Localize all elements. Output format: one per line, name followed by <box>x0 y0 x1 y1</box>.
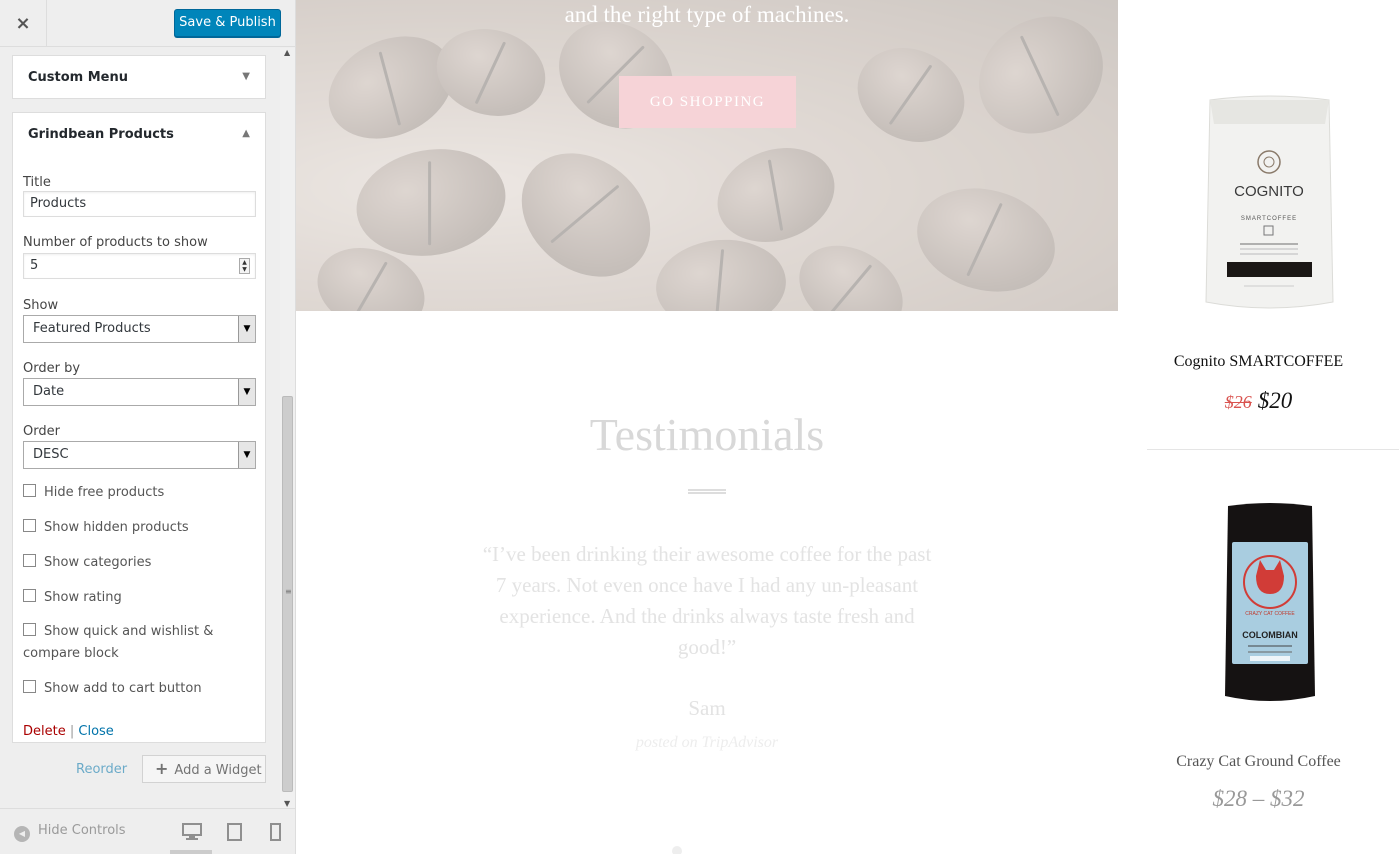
save-publish-button[interactable]: Save & Publish <box>174 9 281 37</box>
orderby-select[interactable]: Date ▼ <box>23 378 256 406</box>
hide-controls-button[interactable]: ◀ Hide Controls <box>14 823 126 842</box>
go-shopping-button[interactable]: GO SHOPPING <box>619 76 796 128</box>
testimonial-quote: “I’ve been drinking their awesome coffee… <box>482 542 932 659</box>
chevron-up-icon: ▲ <box>242 128 250 139</box>
heading-divider <box>688 489 726 494</box>
checkbox-icon[interactable] <box>23 589 36 602</box>
checkbox-icon[interactable] <box>23 484 36 497</box>
add-widget-label: Add a Widget <box>174 763 262 778</box>
hero-overlay <box>296 0 1118 311</box>
hide-free-checkbox[interactable]: Hide free products <box>23 482 259 504</box>
tablet-device-icon[interactable] <box>225 823 245 841</box>
orderby-label: Order by <box>23 361 81 376</box>
order-select[interactable]: DESC ▼ <box>23 441 256 469</box>
product-name[interactable]: Cognito SMARTCOFFEE <box>1118 353 1399 371</box>
scroll-thumb[interactable]: ≡ <box>282 396 293 792</box>
slider-dot[interactable] <box>672 846 682 854</box>
old-price: $26 <box>1224 392 1252 412</box>
collapse-arrow-icon: ◀ <box>14 826 30 842</box>
site-preview: and the right type of machines. GO SHOPP… <box>296 0 1399 854</box>
section-label: Grindbean Products <box>28 127 174 142</box>
bag-sub-text: COLOMBIAN <box>1242 630 1298 640</box>
separator: | <box>69 724 75 739</box>
title-label: Title <box>23 175 51 190</box>
checkbox-label: Show quick and wishlist & compare block <box>23 624 214 661</box>
order-value: DESC <box>33 447 69 462</box>
testimonial-author: Sam <box>688 696 726 720</box>
checkbox-label: Show add to cart button <box>44 681 202 696</box>
hide-controls-label: Hide Controls <box>38 823 126 838</box>
active-device-indicator <box>170 850 212 854</box>
hero-text: and the right type of machines. <box>564 2 850 27</box>
scroll-up-arrow-icon[interactable]: ▲ <box>284 48 290 57</box>
panel-scrollbar[interactable]: ▲ ≡ ▼ <box>280 48 295 808</box>
number-stepper[interactable]: ▲ ▼ <box>239 258 250 274</box>
product-divider <box>1147 449 1399 450</box>
bag-sub-text: SMARTCOFFEE <box>1241 216 1297 222</box>
dropdown-arrow-icon: ▼ <box>238 442 255 468</box>
crazy-cat-product-image[interactable]: CRAZY CAT COFFEE COLOMBIAN <box>1224 502 1316 704</box>
widget-panel: Custom Menu ▼ Grindbean Products ▲ Title… <box>0 48 280 808</box>
show-rating-checkbox[interactable]: Show rating <box>23 587 259 609</box>
product-price-range: $28 – $32 <box>1212 786 1305 811</box>
customizer-footer: ◀ Hide Controls <box>0 808 295 854</box>
checkbox-icon[interactable] <box>23 554 36 567</box>
chevron-down-icon: ▼ <box>242 71 250 82</box>
count-value: 5 <box>30 258 39 273</box>
plus-icon: + <box>155 759 169 778</box>
products-widget: COGNITO SMARTCOFFEE Cognito SMARTCOFFEE … <box>1118 0 1399 854</box>
checkbox-icon[interactable] <box>23 680 36 693</box>
close-customizer-button[interactable]: × <box>0 0 47 47</box>
show-quick-wishlist-checkbox[interactable]: Show quick and wishlist & compare block <box>23 621 259 665</box>
testimonial-source: posted on TripAdvisor <box>635 734 779 751</box>
orderby-value: Date <box>33 384 65 399</box>
title-input[interactable]: Products <box>23 191 256 217</box>
close-link[interactable]: Close <box>78 724 113 739</box>
desktop-device-icon[interactable] <box>182 823 202 841</box>
show-select[interactable]: Featured Products ▼ <box>23 315 256 343</box>
count-input[interactable]: 5 ▲ ▼ <box>23 253 256 279</box>
checkbox-icon[interactable] <box>23 623 36 636</box>
section-grindbean-products[interactable]: Grindbean Products ▲ <box>12 112 266 156</box>
grip-icon: ≡ <box>285 587 292 596</box>
bag-brand-text: CRAZY CAT COFFEE <box>1245 611 1295 617</box>
testimonials-heading: Testimonials <box>589 409 825 460</box>
product-name[interactable]: Crazy Cat Ground Coffee <box>1118 753 1399 771</box>
show-label: Show <box>23 298 59 313</box>
show-value: Featured Products <box>33 321 151 336</box>
customizer-header: × Save & Publish <box>0 0 295 47</box>
add-widget-button[interactable]: + Add a Widget <box>142 755 266 783</box>
show-add-to-cart-checkbox[interactable]: Show add to cart button <box>23 678 259 700</box>
cognito-product-image[interactable]: COGNITO SMARTCOFFEE <box>1204 94 1335 312</box>
section-label: Custom Menu <box>28 70 129 85</box>
widget-form: Title Products Number of products to sho… <box>12 155 266 743</box>
customizer-sidebar: × Save & Publish Custom Menu ▼ Grindbean… <box>0 0 296 854</box>
reorder-link[interactable]: Reorder <box>76 762 127 777</box>
order-label: Order <box>23 424 60 439</box>
count-label: Number of products to show <box>23 235 208 250</box>
checkbox-label: Show hidden products <box>44 520 189 535</box>
product-price: $26 $20 <box>1118 388 1399 414</box>
checkbox-label: Show categories <box>44 555 152 570</box>
sale-price: $20 <box>1257 388 1293 413</box>
widget-actions: Delete | Close <box>23 724 114 739</box>
hero-banner: and the right type of machines. GO SHOPP… <box>296 0 1118 311</box>
dropdown-arrow-icon: ▼ <box>238 316 255 342</box>
delete-link[interactable]: Delete <box>23 724 66 739</box>
show-hidden-checkbox[interactable]: Show hidden products <box>23 517 259 539</box>
checkbox-label: Hide free products <box>44 485 165 500</box>
checkbox-icon[interactable] <box>23 519 36 532</box>
dropdown-arrow-icon: ▼ <box>238 379 255 405</box>
section-custom-menu[interactable]: Custom Menu ▼ <box>12 55 266 99</box>
checkbox-label: Show rating <box>44 590 122 605</box>
bag-brand-text: COGNITO <box>1234 183 1304 200</box>
show-categories-checkbox[interactable]: Show categories <box>23 552 259 574</box>
mobile-device-icon[interactable] <box>266 823 286 841</box>
scroll-down-arrow-icon[interactable]: ▼ <box>284 799 290 808</box>
close-icon: × <box>15 13 31 34</box>
